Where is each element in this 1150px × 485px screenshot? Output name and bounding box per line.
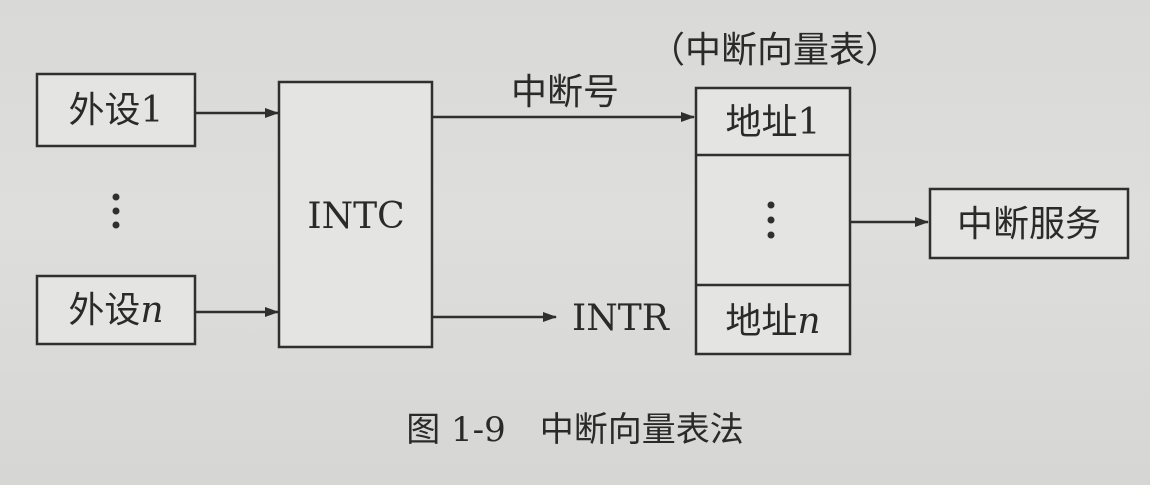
interrupt-number-label: 中断号 [511,72,619,113]
ellipsis-dot [112,207,120,215]
ellipsis-dot [112,221,120,229]
device-n-suffix: n [140,290,163,331]
address1-label: 地址1 [726,102,821,143]
intr-label: INTR [572,298,670,339]
ellipsis-dot [112,193,120,201]
service-label: 中断服务 [957,204,1101,245]
ellipsis-dot [767,201,775,209]
device-n-label: 外设n [68,290,163,331]
address-n-suffix: n [797,301,820,342]
device-n-prefix: 外设 [68,290,140,331]
diagram-canvas: 外设1 外设n INTC 中断号 INTR （中断向量表） 地址1 地址n 中断… [0,0,1150,485]
device1-label: 外设1 [69,90,164,131]
ellipsis-dot [767,231,775,239]
address-n-prefix: 地址 [725,301,797,342]
address-n-label: 地址n [725,301,820,342]
interrupt-vector-diagram: 外设1 外设n INTC 中断号 INTR （中断向量表） 地址1 地址n 中断… [35,30,1130,450]
figure-caption: 图 1-9 中断向量表法 [406,410,744,450]
ellipsis-dot [767,216,775,224]
vector-table-title: （中断向量表） [649,30,901,71]
intc-label: INTC [307,196,404,237]
